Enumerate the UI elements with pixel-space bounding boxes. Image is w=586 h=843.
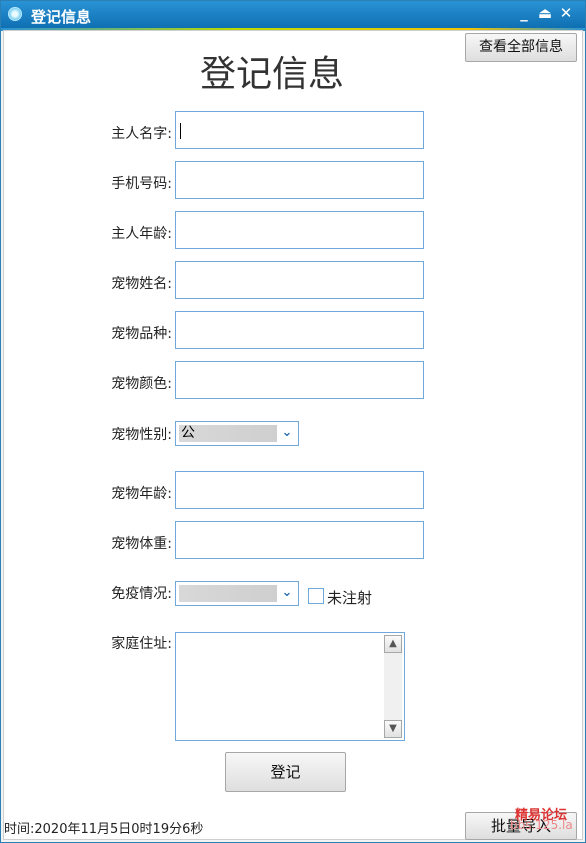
pet-weight-input[interactable] xyxy=(175,521,424,559)
owner-name-input[interactable] xyxy=(175,111,424,149)
pet-age-input[interactable] xyxy=(175,471,424,509)
vaccine-value xyxy=(179,585,277,602)
owner-age-input[interactable] xyxy=(175,211,424,249)
register-button[interactable]: 登记 xyxy=(225,752,346,792)
phone-label: 手机号码: xyxy=(111,176,172,192)
owner-age-label: 主人年龄: xyxy=(111,226,172,242)
pet-color-label: 宠物颜色: xyxy=(111,376,172,392)
address-scrollbar[interactable]: ▲ ▼ xyxy=(384,635,402,738)
not-vaccinated-checkbox[interactable] xyxy=(308,588,324,604)
pet-name-label: 宠物姓名: xyxy=(111,276,172,292)
phone-input[interactable] xyxy=(175,161,424,199)
scroll-down-icon[interactable]: ▼ xyxy=(384,720,402,738)
address-textarea[interactable]: ▲ ▼ xyxy=(175,632,405,741)
app-icon xyxy=(8,7,22,21)
pet-breed-input[interactable] xyxy=(175,311,424,349)
pet-weight-label: 宠物体重: xyxy=(111,536,172,552)
pet-name-input[interactable] xyxy=(175,261,424,299)
page-title: 登记信息 xyxy=(200,54,345,95)
pet-gender-value: 公 xyxy=(179,425,277,442)
chevron-down-icon[interactable]: ⌄ xyxy=(280,426,294,440)
owner-name-label: 主人名字: xyxy=(111,126,172,142)
not-vaccinated-label: 未注射 xyxy=(327,589,373,607)
vaccine-label: 免疫情况: xyxy=(111,586,172,602)
pet-breed-label: 宠物品种: xyxy=(111,326,172,342)
close-icon[interactable]: ✕ xyxy=(557,4,575,22)
address-label: 家庭住址: xyxy=(111,636,172,652)
view-all-button[interactable]: 查看全部信息 xyxy=(465,33,577,62)
pet-age-label: 宠物年龄: xyxy=(111,486,172,502)
text-caret xyxy=(180,123,181,139)
vaccine-select[interactable]: ⌄ xyxy=(175,581,299,606)
scroll-up-icon[interactable]: ▲ xyxy=(384,635,402,653)
time-status: 时间:2020年11月5日0时19分6秒 xyxy=(4,822,204,837)
pet-gender-select[interactable]: 公 ⌄ xyxy=(175,421,299,446)
title-bar[interactable]: 登记信息 _ ⏏ ✕ xyxy=(1,1,585,28)
watermark-url: bbs.125.la xyxy=(510,818,573,832)
window-title: 登记信息 xyxy=(31,8,92,26)
chevron-down-icon[interactable]: ⌄ xyxy=(280,586,294,600)
pet-gender-label: 宠物性别: xyxy=(111,427,172,443)
pet-color-input[interactable] xyxy=(175,361,424,399)
restore-icon[interactable]: ⏏ xyxy=(536,4,554,22)
minimize-icon[interactable]: _ xyxy=(515,4,533,22)
